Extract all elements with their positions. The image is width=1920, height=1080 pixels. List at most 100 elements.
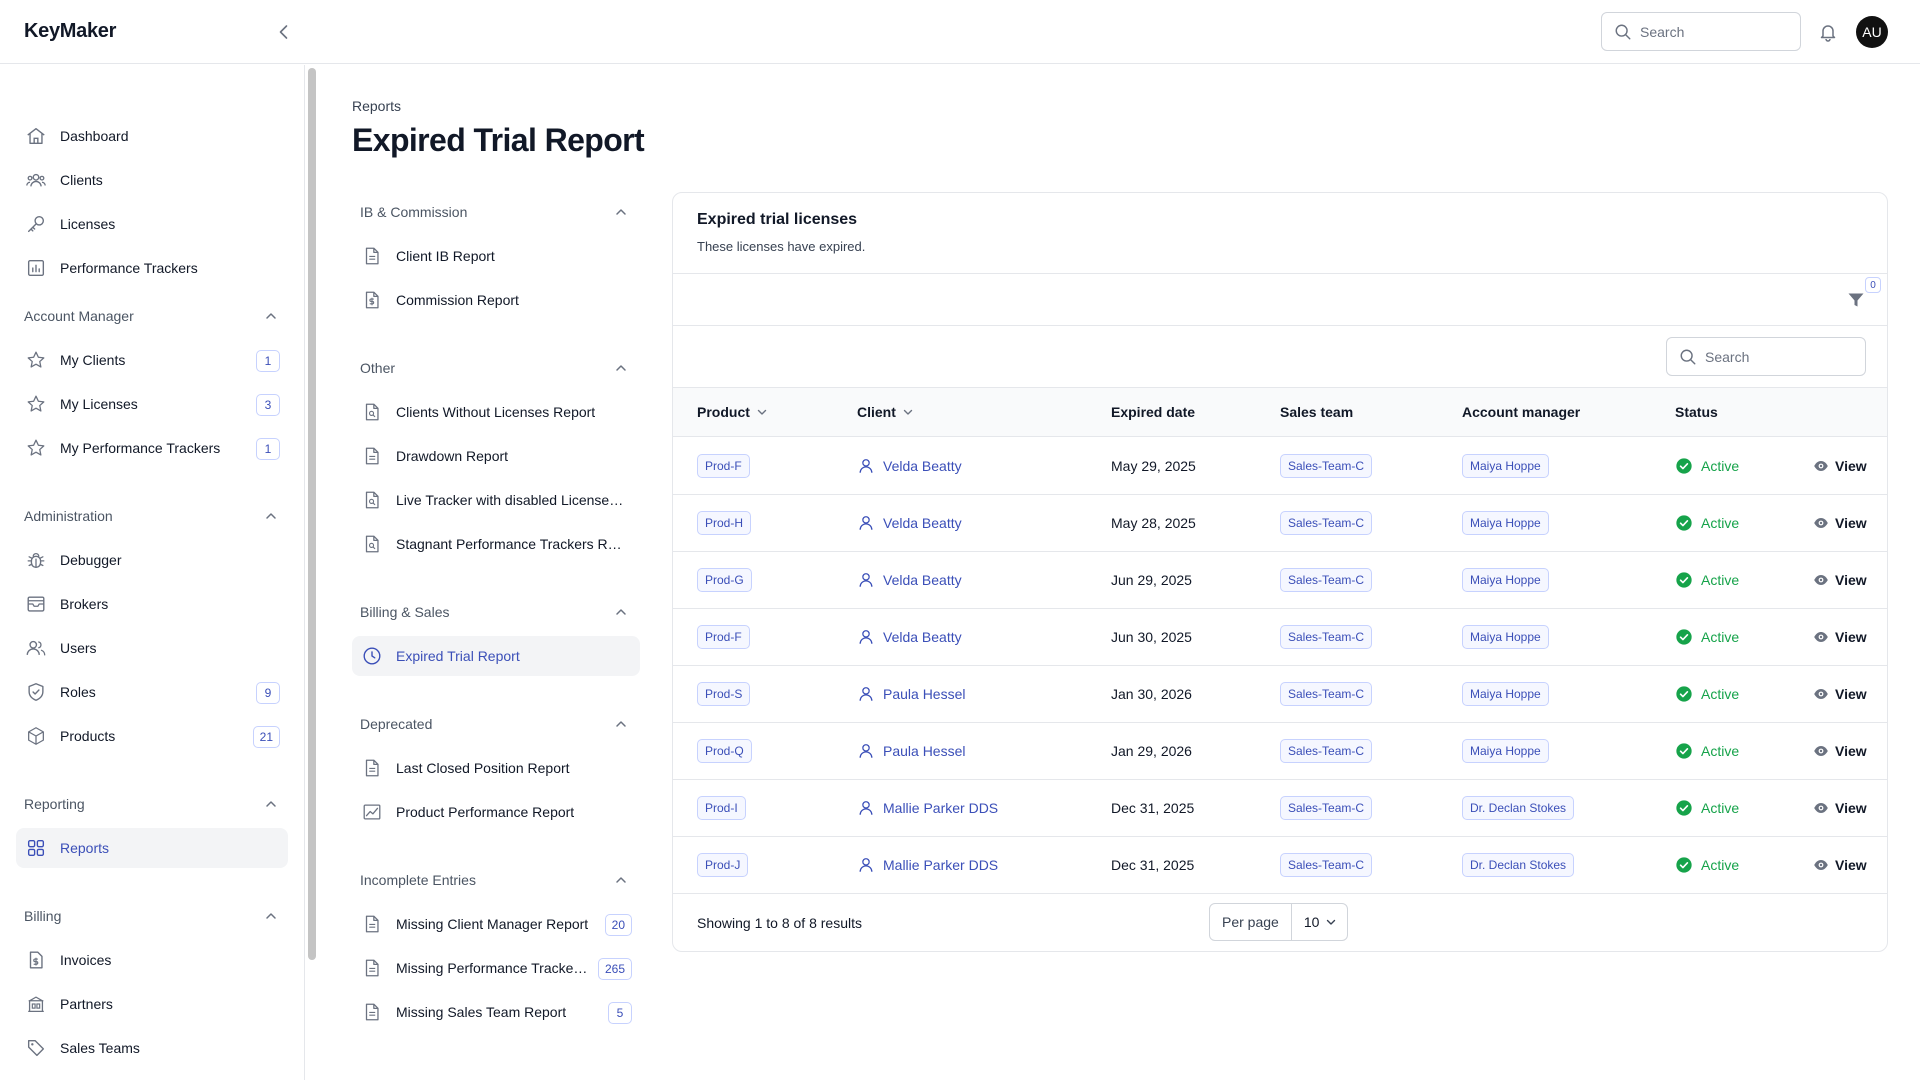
account-manager-tag[interactable]: Dr. Declan Stokes (1462, 796, 1575, 820)
chevron-up-icon (266, 913, 276, 919)
collapse-group-ib-commission[interactable] (612, 203, 630, 221)
client-cell: Mallie Parker DDS (857, 837, 998, 893)
product-tag[interactable]: Prod-H (697, 511, 752, 535)
collapse-group-billing[interactable] (262, 907, 280, 925)
view-button[interactable]: View (1813, 743, 1867, 759)
sidebar-item-reports[interactable]: Reports (16, 828, 288, 868)
view-button[interactable]: View (1813, 686, 1867, 702)
sidebar-item-clients[interactable]: Clients (16, 160, 288, 200)
report-item-commission[interactable]: Commission Report (352, 280, 640, 320)
report-item-last-closed-position[interactable]: Last Closed Position Report (352, 748, 640, 788)
client-link[interactable]: Paula Hessel (857, 685, 966, 703)
sidebar-item-licenses[interactable]: Licenses (16, 204, 288, 244)
sidebar-item-dashboard[interactable]: Dashboard (16, 116, 288, 156)
column-header-product[interactable]: Product (697, 404, 768, 420)
report-item-missing-sales-team[interactable]: Missing Sales Team Report 5 (352, 992, 640, 1032)
client-name: Velda Beatty (883, 458, 962, 474)
global-search-input[interactable] (1640, 23, 1780, 40)
report-item-expired-trial[interactable]: Expired Trial Report (352, 636, 640, 676)
per-page-select[interactable]: 10 (1292, 904, 1348, 940)
collapse-group-other[interactable] (612, 359, 630, 377)
table-search-input[interactable] (1705, 348, 1845, 365)
client-link[interactable]: Velda Beatty (857, 457, 962, 475)
view-button[interactable]: View (1813, 800, 1867, 816)
column-header-client[interactable]: Client (857, 404, 914, 420)
account-manager-tag[interactable]: Maiya Hoppe (1462, 625, 1549, 649)
sales-team-tag[interactable]: Sales-Team-C (1280, 796, 1373, 820)
view-button[interactable]: View (1813, 857, 1867, 873)
view-button[interactable]: View (1813, 515, 1867, 531)
sales-team-tag[interactable]: Sales-Team-C (1280, 568, 1373, 592)
account-manager-tag[interactable]: Dr. Declan Stokes (1462, 853, 1575, 877)
report-item-client-ib[interactable]: Client IB Report (352, 236, 640, 276)
report-item-missing-client-manager[interactable]: Missing Client Manager Report 20 (352, 904, 640, 944)
report-item-clients-without-licenses[interactable]: Clients Without Licenses Report (352, 392, 640, 432)
report-item-live-tracker-disabled-license[interactable]: Live Tracker with disabled License Repor… (352, 480, 640, 520)
client-link[interactable]: Paula Hessel (857, 742, 966, 760)
account-manager-tag[interactable]: Maiya Hoppe (1462, 739, 1549, 763)
account-manager-tag[interactable]: Maiya Hoppe (1462, 454, 1549, 478)
client-link[interactable]: Velda Beatty (857, 628, 962, 646)
breadcrumb[interactable]: Reports (352, 98, 401, 114)
app-logo[interactable]: KeyMaker (24, 20, 116, 43)
product-tag[interactable]: Prod-F (697, 625, 750, 649)
sales-team-tag[interactable]: Sales-Team-C (1280, 853, 1373, 877)
product-tag[interactable]: Prod-G (697, 568, 752, 592)
user-avatar[interactable]: AU (1856, 16, 1888, 48)
collapse-group-billing-sales[interactable] (612, 603, 630, 621)
report-item-product-performance[interactable]: Product Performance Report (352, 792, 640, 832)
status-text: Active (1701, 800, 1740, 816)
report-item-missing-performance-trackers[interactable]: Missing Performance Trackers Report 265 (352, 948, 640, 988)
sidebar-item-products[interactable]: Products 21 (16, 716, 288, 756)
collapse-sidebar-button[interactable] (272, 20, 296, 44)
collapse-group-reporting[interactable] (262, 795, 280, 813)
sales-team-tag[interactable]: Sales-Team-C (1280, 511, 1373, 535)
view-button[interactable]: View (1813, 458, 1867, 474)
view-button[interactable]: View (1813, 629, 1867, 645)
client-link[interactable]: Velda Beatty (857, 571, 962, 589)
collapse-group-incomplete-entries[interactable] (612, 871, 630, 889)
sidebar-item-partners[interactable]: Partners (16, 984, 288, 1024)
sidebar-item-my-performance-trackers[interactable]: My Performance Trackers 1 (16, 428, 288, 468)
sidebar-item-debugger[interactable]: Debugger (16, 540, 288, 580)
sidebar-scrollbar[interactable] (308, 68, 316, 960)
sales-team-tag[interactable]: Sales-Team-C (1280, 739, 1373, 763)
sidebar-item-sales-teams[interactable]: Sales Teams (16, 1028, 288, 1068)
product-tag[interactable]: Prod-Q (697, 739, 752, 763)
grid-icon (24, 836, 48, 860)
view-button[interactable]: View (1813, 572, 1867, 588)
sales-team-tag[interactable]: Sales-Team-C (1280, 625, 1373, 649)
actions-cell: View (1813, 609, 1867, 665)
check-circle-icon (1676, 458, 1692, 474)
chevron-down-icon (757, 409, 767, 415)
product-tag[interactable]: Prod-I (697, 796, 746, 820)
collapse-group-account-manager[interactable] (262, 307, 280, 325)
product-tag[interactable]: Prod-F (697, 454, 750, 478)
sidebar-item-performance-trackers[interactable]: Performance Trackers (16, 248, 288, 288)
sidebar-item-users[interactable]: Users (16, 628, 288, 668)
sidebar-item-label: Invoices (60, 952, 112, 968)
sidebar-item-my-clients[interactable]: My Clients 1 (16, 340, 288, 380)
client-link[interactable]: Mallie Parker DDS (857, 856, 998, 874)
sidebar-item-my-licenses[interactable]: My Licenses 3 (16, 384, 288, 424)
collapse-group-deprecated[interactable] (612, 715, 630, 733)
client-link[interactable]: Velda Beatty (857, 514, 962, 532)
status-badge: Active (1675, 457, 1739, 475)
sales-team-tag[interactable]: Sales-Team-C (1280, 682, 1373, 706)
sales-team-tag[interactable]: Sales-Team-C (1280, 454, 1373, 478)
sidebar-item-roles[interactable]: Roles 9 (16, 672, 288, 712)
account-manager-tag[interactable]: Maiya Hoppe (1462, 568, 1549, 592)
account-manager-tag[interactable]: Maiya Hoppe (1462, 682, 1549, 706)
report-item-label: Product Performance Report (396, 804, 575, 820)
sidebar-item-invoices[interactable]: Invoices (16, 940, 288, 980)
report-item-stagnant-performance-trackers[interactable]: Stagnant Performance Trackers Report (352, 524, 640, 564)
sidebar-item-brokers[interactable]: Brokers (16, 584, 288, 624)
product-tag[interactable]: Prod-S (697, 682, 751, 706)
report-item-drawdown[interactable]: Drawdown Report (352, 436, 640, 476)
client-link[interactable]: Mallie Parker DDS (857, 799, 998, 817)
client-name: Velda Beatty (883, 515, 962, 531)
notifications-button[interactable] (1816, 20, 1840, 44)
account-manager-tag[interactable]: Maiya Hoppe (1462, 511, 1549, 535)
product-tag[interactable]: Prod-J (697, 853, 749, 877)
collapse-group-administration[interactable] (262, 507, 280, 525)
